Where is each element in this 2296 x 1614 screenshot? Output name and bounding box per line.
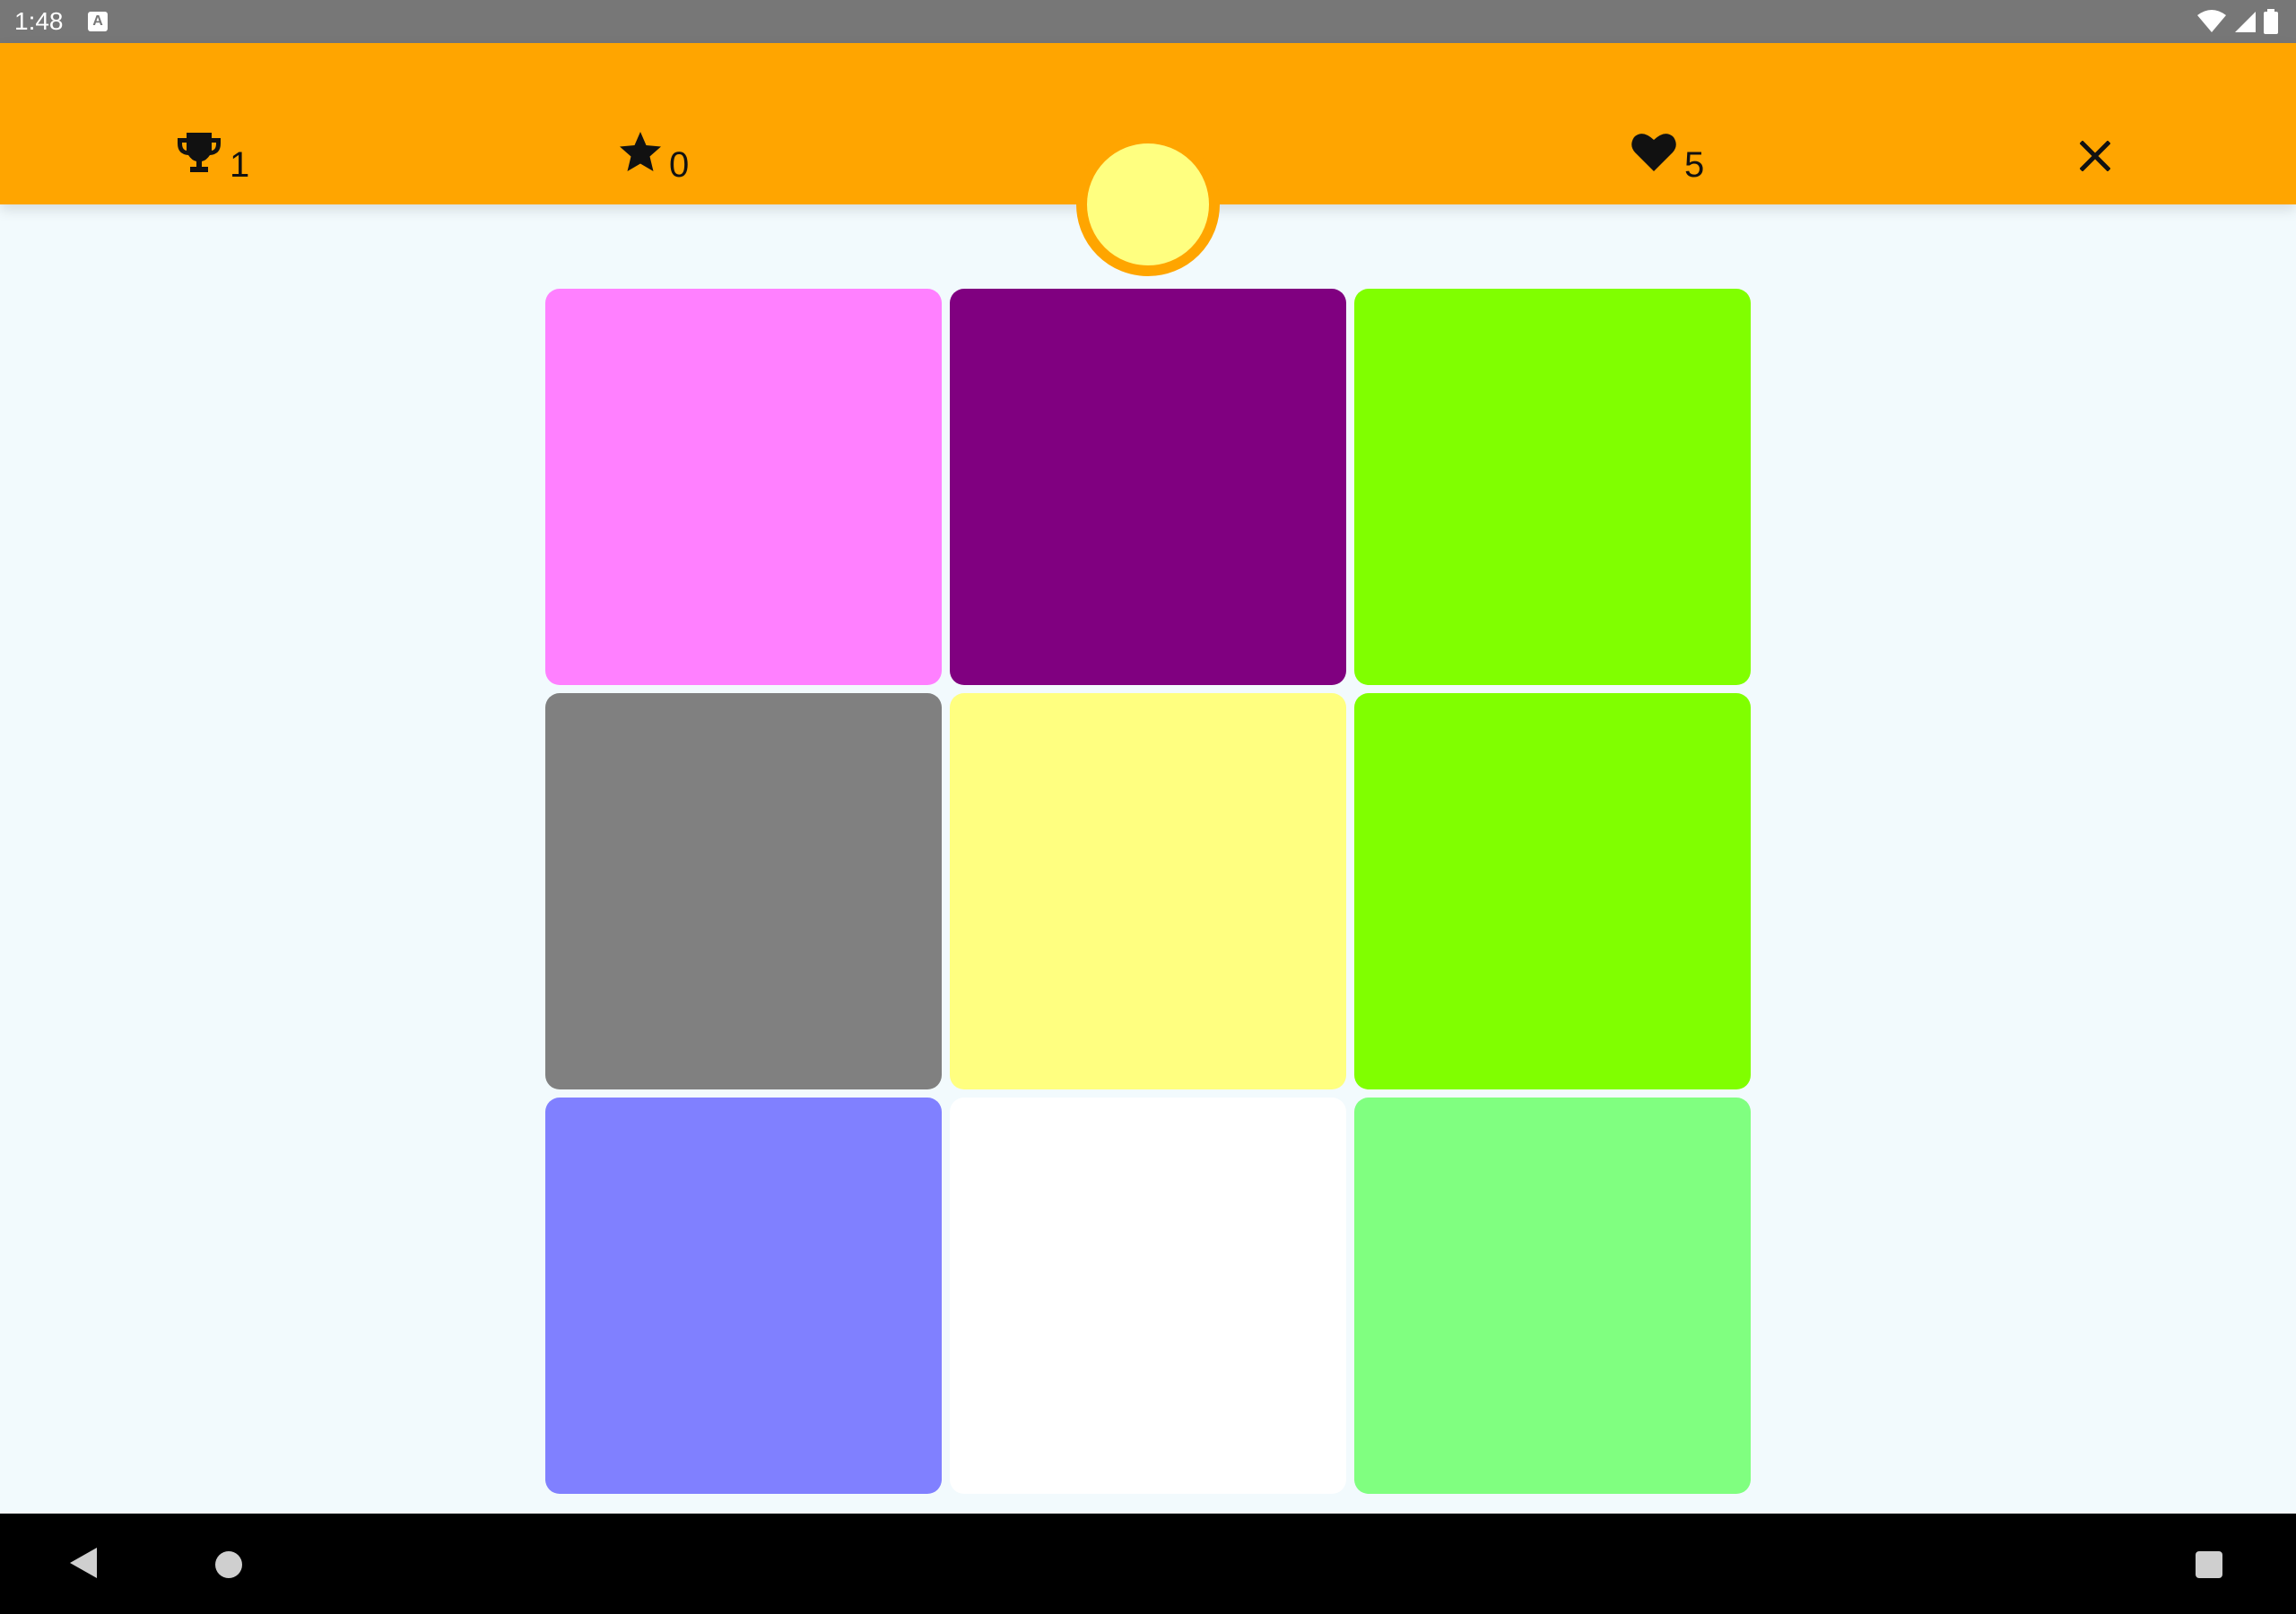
color-tile[interactable]: [950, 1098, 1346, 1494]
color-tile-grid: [545, 289, 1751, 1494]
color-tile[interactable]: [1354, 693, 1751, 1089]
wifi-icon: [2197, 10, 2226, 32]
star-count: 0: [669, 145, 690, 185]
color-tile[interactable]: [950, 693, 1346, 1089]
trophy-count: 1: [230, 145, 250, 185]
color-tile[interactable]: [545, 289, 942, 685]
status-time: 1:48: [14, 7, 64, 35]
lives-count: 5: [1684, 145, 1705, 185]
recents-icon[interactable]: [2196, 1551, 2222, 1578]
lives-counter: 5: [1631, 131, 1704, 183]
color-tile[interactable]: [545, 1098, 942, 1494]
color-tile[interactable]: [1354, 1098, 1751, 1494]
color-tile[interactable]: [1354, 289, 1751, 685]
notification-a-icon: A: [88, 12, 108, 31]
status-icons: [2197, 9, 2278, 34]
battery-icon: [2264, 9, 2278, 34]
close-icon: [2080, 141, 2110, 171]
heart-icon: [1631, 134, 1676, 171]
status-bar: 1:48 A: [0, 0, 2296, 43]
color-tile[interactable]: [950, 289, 1346, 685]
star-icon: [620, 132, 661, 171]
signal-icon: [2235, 12, 2256, 32]
close-button[interactable]: [2072, 133, 2118, 179]
color-tile[interactable]: [545, 693, 942, 1089]
star-counter: 0: [619, 131, 689, 183]
system-nav-bar: [0, 1514, 2296, 1614]
target-color-circle: [1076, 133, 1220, 276]
home-icon[interactable]: [215, 1551, 242, 1578]
trophy-counter: 1: [176, 131, 249, 183]
trophy-icon: [178, 133, 221, 172]
back-icon[interactable]: [70, 1548, 97, 1578]
